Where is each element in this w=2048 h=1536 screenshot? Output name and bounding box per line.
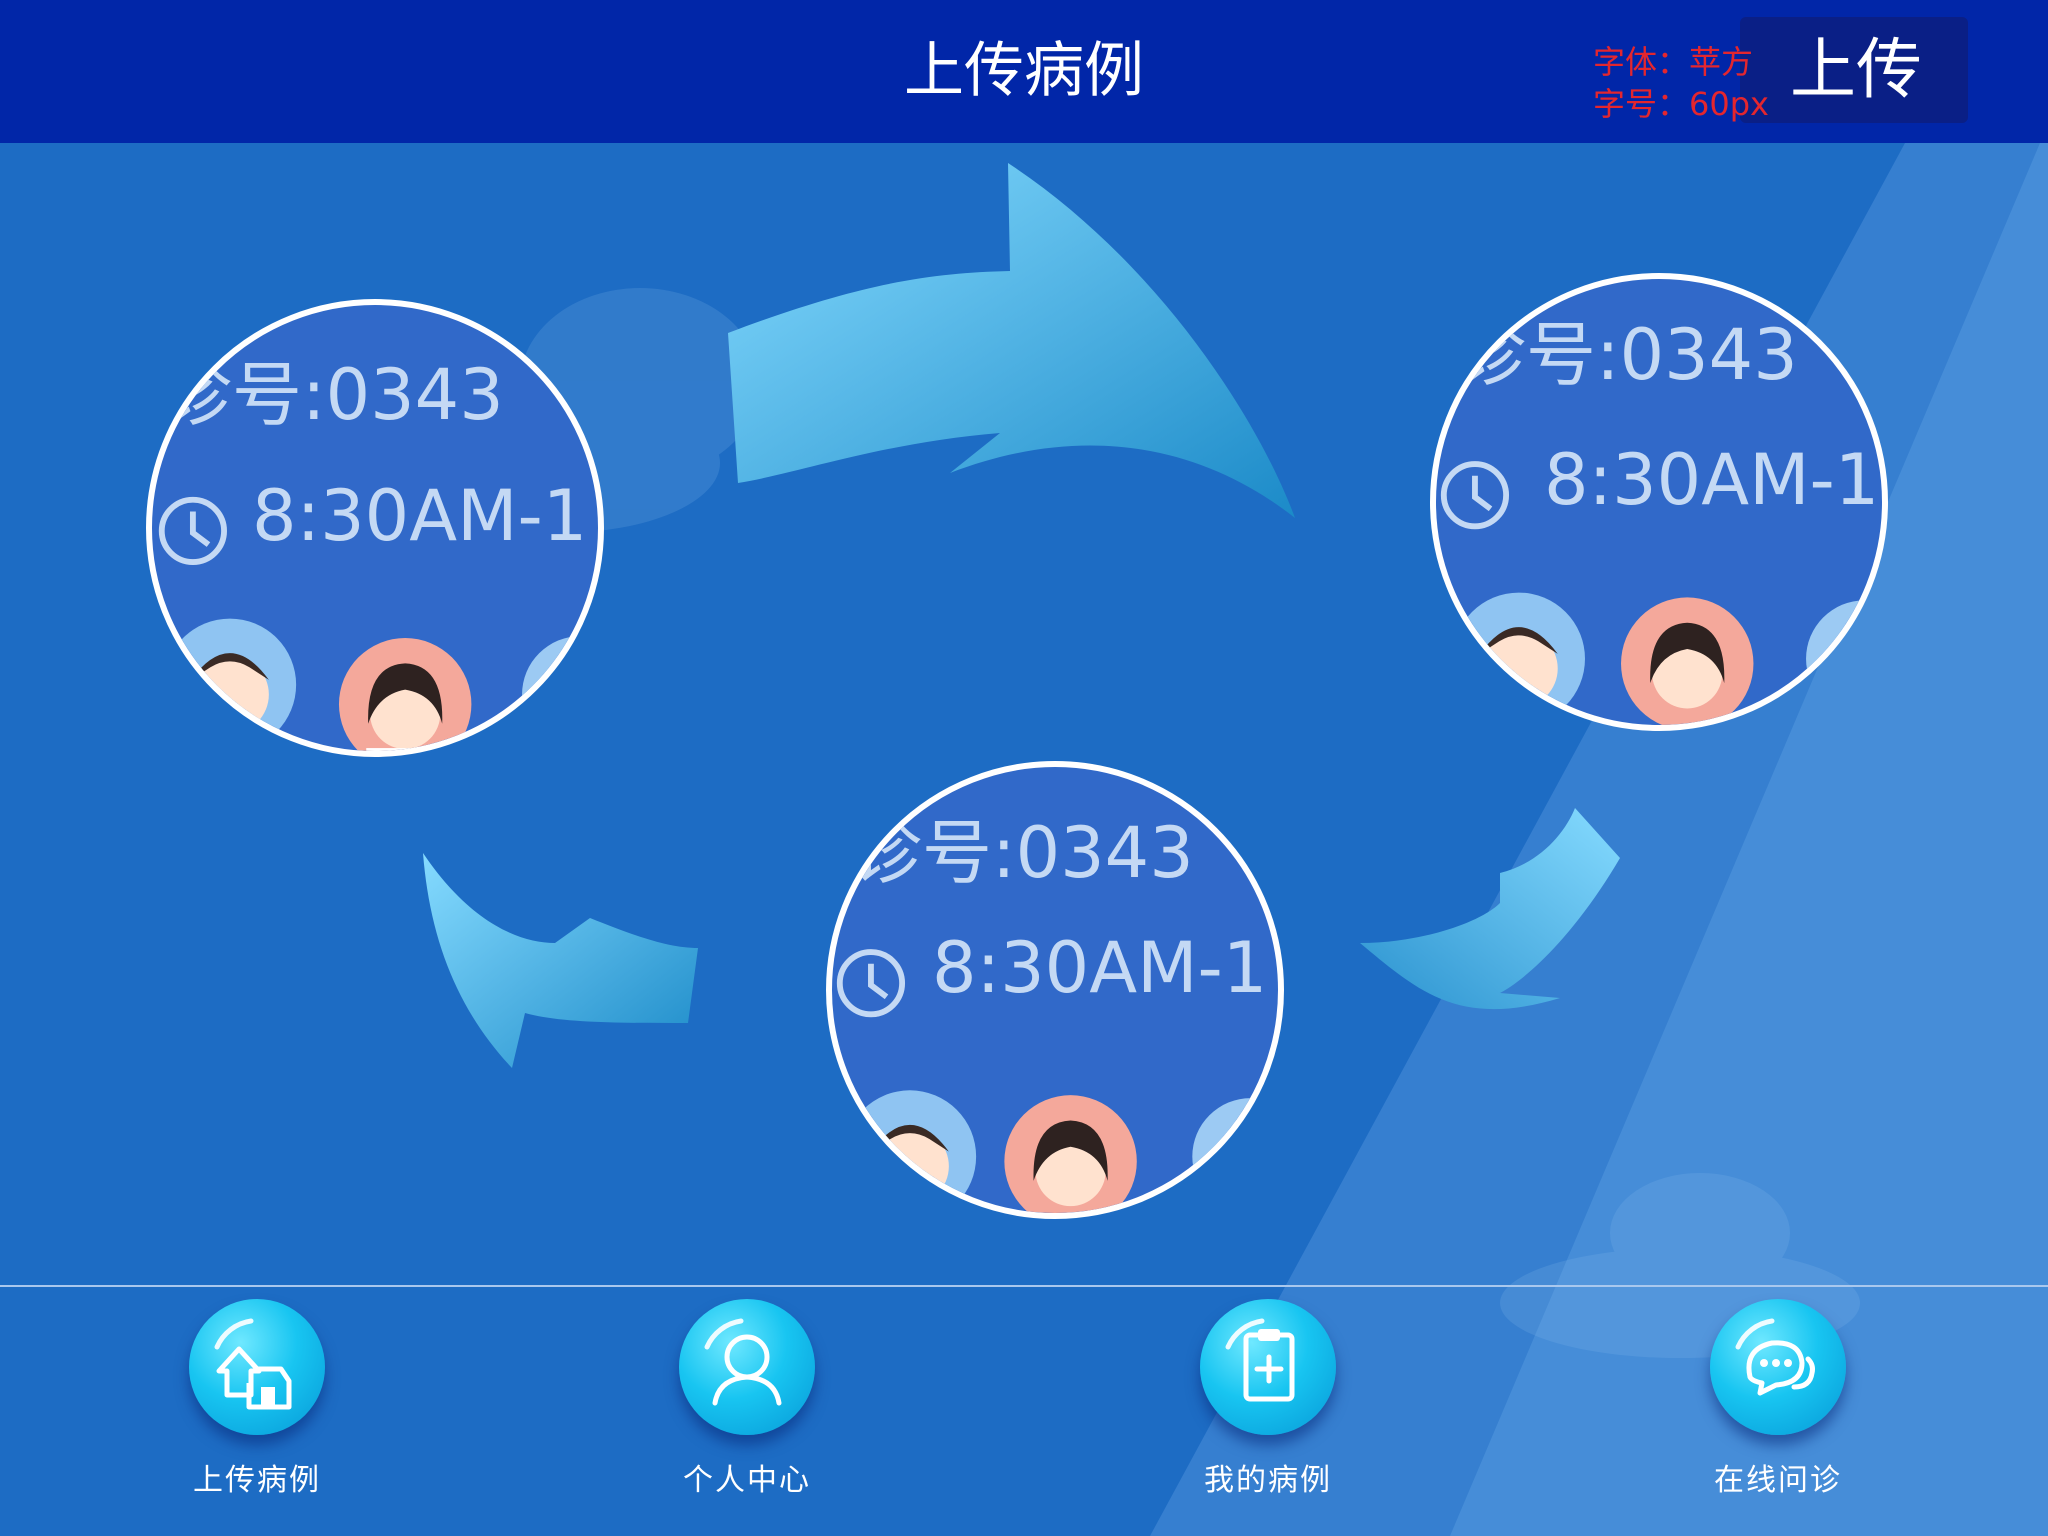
design-annotation-size: 字号：60px — [1593, 85, 1769, 123]
tab-upload-case[interactable]: 上传病例 — [147, 1287, 367, 1536]
tab-label: 我的病例 — [1204, 1463, 1332, 1498]
clipboard-icon — [1200, 1299, 1336, 1435]
appointment-time-text: 8:30AM-1 — [252, 475, 588, 557]
tab-label: 上传病例 — [193, 1463, 321, 1498]
appointment-time-text: 8:30AM-1 — [932, 927, 1268, 1009]
design-annotation-font: 字体：苹方 — [1593, 43, 1754, 81]
cycle-arrow-left — [423, 853, 698, 1068]
person-icon — [679, 1299, 815, 1435]
cycle-arrow-top — [728, 163, 1295, 518]
preview-bubble-bottom: 门诊号:0343 8:30AM-1 — [826, 761, 1284, 1219]
top-nav-bar: 上传病例 上传 字体：苹方 字号：60px — [0, 0, 2048, 143]
clinic-number-text: 门诊号:0343 — [1436, 314, 1798, 396]
tab-online-consultation[interactable]: 在线问诊 — [1668, 1287, 1888, 1536]
chat-bubbles-icon — [1710, 1299, 1846, 1435]
preview-bubble-right: 门诊号:0343 8:30AM-1 — [1430, 273, 1888, 731]
clinic-number-text: 门诊号:0343 — [832, 812, 1194, 894]
clinic-number-text: 门诊号:0343 — [152, 354, 504, 436]
tab-label: 在线问诊 — [1714, 1463, 1842, 1498]
bottom-tab-bar: 上传病例 个人中心 我的病例 在线问诊 — [0, 1287, 2048, 1536]
preview-bubble-left: 门诊号:0343 8:30AM-1 — [146, 299, 604, 757]
tab-label: 个人中心 — [683, 1463, 811, 1498]
upload-house-icon — [189, 1299, 325, 1435]
tab-personal-center[interactable]: 个人中心 — [637, 1287, 857, 1536]
appointment-time-text: 8:30AM-1 — [1544, 439, 1880, 521]
tab-my-cases[interactable]: 我的病例 — [1158, 1287, 1378, 1536]
upload-button[interactable]: 上传 — [1740, 17, 1968, 123]
